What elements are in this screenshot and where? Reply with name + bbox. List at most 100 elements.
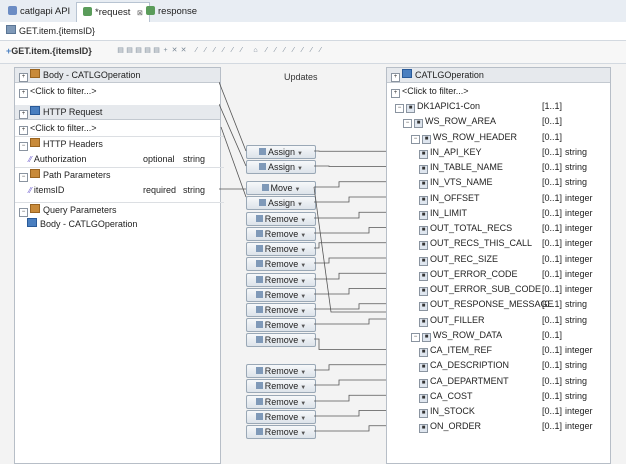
http-request-filter[interactable]: +<Click to filter...> bbox=[15, 121, 224, 136]
toolbar-tool-icon[interactable]: ⁄ bbox=[238, 47, 245, 55]
source-panel-header: + Body - CATLGOperation bbox=[15, 68, 220, 83]
target-row[interactable]: ■CA_DEPARTMENT[0..1]string bbox=[387, 374, 610, 389]
collapse-icon[interactable]: − bbox=[19, 208, 28, 217]
target-row[interactable]: ■CA_ITEM_REF[0..1]integer bbox=[387, 343, 610, 358]
target-row[interactable]: −■DK1APIC1-Con[1..1] bbox=[387, 99, 610, 114]
collapse-icon[interactable]: − bbox=[19, 142, 28, 151]
toolbar-tool-icon[interactable]: ⁄ bbox=[193, 47, 200, 55]
target-row[interactable]: ■IN_API_KEY[0..1]string bbox=[387, 145, 610, 160]
target-row[interactable]: ■OUT_REC_SIZE[0..1]integer bbox=[387, 252, 610, 267]
field-icon: ■ bbox=[419, 180, 428, 189]
field-icon: ■ bbox=[419, 409, 428, 418]
toolbar-tool-icon[interactable]: ⁄ bbox=[202, 47, 209, 55]
toolbar-tool-icon[interactable]: ⁄ bbox=[263, 47, 270, 55]
target-row[interactable]: ■ON_ORDER[0..1]integer bbox=[387, 419, 610, 434]
toolbar-tool-icon[interactable]: ▤ bbox=[144, 47, 151, 55]
response-icon bbox=[146, 6, 155, 15]
folder-icon bbox=[30, 169, 40, 178]
toolbar-tool-icon[interactable]: ⌂ bbox=[252, 47, 259, 55]
operation-icon bbox=[402, 69, 412, 78]
target-row[interactable]: ■OUT_ERROR_CODE[0..1]integer bbox=[387, 267, 610, 282]
mapping-connector bbox=[219, 82, 246, 151]
target-row[interactable]: ■OUT_FILLER[0..1]string bbox=[387, 313, 610, 328]
target-row[interactable]: ■IN_VTS_NAME[0..1]string bbox=[387, 175, 610, 190]
tab-request[interactable]: *request ⊠ bbox=[76, 2, 150, 22]
target-connector bbox=[314, 395, 386, 401]
toolbar-tool-icon[interactable]: ⁄ bbox=[272, 47, 279, 55]
collapse-icon[interactable]: − bbox=[411, 135, 420, 144]
toolbar-tool-icon[interactable]: ▤ bbox=[126, 47, 133, 55]
target-row[interactable]: ■IN_OFFSET[0..1]integer bbox=[387, 191, 610, 206]
operation-path-bar: GET.item.{itemsID} bbox=[0, 22, 626, 41]
field-icon: ■ bbox=[419, 272, 428, 281]
target-row[interactable]: ■CA_DESCRIPTION[0..1]string bbox=[387, 358, 610, 373]
request-icon bbox=[83, 7, 92, 16]
section-path-parameters[interactable]: −Path Parameters bbox=[15, 167, 224, 183]
collapse-icon[interactable]: + bbox=[391, 73, 400, 82]
target-row[interactable]: ■IN_TABLE_NAME[0..1]string bbox=[387, 160, 610, 175]
toolbar-tool-icon[interactable]: ⁄ bbox=[308, 47, 315, 55]
target-connector bbox=[314, 182, 386, 187]
field-icon: ■ bbox=[419, 226, 428, 235]
toolbar-tool-icon[interactable]: ▤ bbox=[117, 47, 124, 55]
toolbar-tool-icon[interactable]: ✕ bbox=[171, 47, 178, 55]
field-icon: ■ bbox=[419, 211, 428, 220]
http-request-header[interactable]: +HTTP Request bbox=[15, 105, 220, 120]
target-panel: +CATLGOperation +<Click to filter...> −■… bbox=[386, 67, 611, 464]
field-icon: ■ bbox=[419, 196, 428, 205]
toolbar-tool-icon[interactable]: ▤ bbox=[135, 47, 142, 55]
collapse-icon[interactable]: − bbox=[395, 104, 404, 113]
target-row[interactable]: ■OUT_TOTAL_RECS[0..1]integer bbox=[387, 221, 610, 236]
source-row-itemsid[interactable]: ⁄⁄ itemsID required string bbox=[15, 183, 234, 198]
target-row[interactable]: −■WS_ROW_DATA[0..1] bbox=[387, 328, 610, 343]
field-icon: ■ bbox=[419, 394, 428, 403]
section-query-parameters[interactable]: −Query Parameters bbox=[15, 202, 224, 218]
target-row[interactable]: ■OUT_ERROR_SUB_CODE[0..1]integer bbox=[387, 282, 610, 297]
folder-icon bbox=[30, 204, 40, 213]
toolbar-tool-icon[interactable]: ✕ bbox=[180, 47, 187, 55]
toolbar-tool-icon[interactable]: + bbox=[162, 47, 169, 55]
toolbar-tool-icon[interactable]: ⁄ bbox=[220, 47, 227, 55]
collapse-icon[interactable]: − bbox=[403, 119, 412, 128]
field-icon: ■ bbox=[419, 318, 428, 327]
collapse-icon[interactable]: − bbox=[411, 333, 420, 342]
toolbar-tool-icon[interactable]: ⁄ bbox=[290, 47, 297, 55]
target-row[interactable]: ■IN_STOCK[0..1]integer bbox=[387, 404, 610, 419]
source-row-authorization[interactable]: ⁄⁄ Authorization optional string bbox=[15, 152, 234, 167]
section-http-headers[interactable]: −HTTP Headers bbox=[15, 136, 224, 152]
collapse-icon[interactable]: − bbox=[19, 173, 28, 182]
target-row[interactable]: −■WS_ROW_HEADER[0..1] bbox=[387, 130, 610, 145]
field-icon: ■ bbox=[419, 363, 428, 372]
target-title: CATLGOperation bbox=[415, 70, 484, 80]
http-request-icon bbox=[30, 106, 40, 115]
toolbar-tool-icon[interactable]: ⁄ bbox=[281, 47, 288, 55]
field-icon: ■ bbox=[419, 302, 428, 311]
toolbar-tool-icon[interactable]: ⁄ bbox=[317, 47, 324, 55]
group-icon: ■ bbox=[422, 333, 431, 342]
target-connector bbox=[314, 228, 386, 234]
mapping-connectors bbox=[219, 67, 386, 454]
target-row[interactable]: ■IN_LIMIT[0..1]integer bbox=[387, 206, 610, 221]
filter-icon: + bbox=[19, 89, 28, 98]
group-icon: ■ bbox=[422, 135, 431, 144]
mapping-connector bbox=[314, 187, 386, 312]
target-row[interactable]: ■CA_COST[0..1]string bbox=[387, 389, 610, 404]
source-filter[interactable]: +<Click to filter...> bbox=[15, 84, 224, 99]
target-filter[interactable]: +<Click to filter...> bbox=[387, 84, 614, 99]
toolbar-tool-icon[interactable]: ⁄ bbox=[211, 47, 218, 55]
toolbar-tool-icon[interactable]: ▤ bbox=[153, 47, 160, 55]
tab-catlgapi-api[interactable]: catlgapi API bbox=[2, 2, 76, 21]
field-icon: ■ bbox=[419, 150, 428, 159]
target-connector bbox=[314, 319, 386, 324]
source-title: Body - CATLGOperation bbox=[43, 70, 140, 80]
toolbar-tool-icon[interactable]: ⁄ bbox=[229, 47, 236, 55]
target-row[interactable]: −■WS_ROW_AREA[0..1] bbox=[387, 114, 610, 129]
source-row-body[interactable]: Body - CATLGOperation bbox=[15, 217, 232, 232]
source-panel: + Body - CATLGOperation +<Click to filter… bbox=[14, 67, 221, 464]
target-row[interactable]: ■OUT_RESPONSE_MESSAGE[0..1]string bbox=[387, 297, 610, 312]
tab-response[interactable]: response bbox=[140, 2, 203, 21]
collapse-icon[interactable]: + bbox=[19, 73, 28, 82]
collapse-icon[interactable]: + bbox=[19, 110, 28, 119]
target-row[interactable]: ■OUT_RECS_THIS_CALL[0..1]integer bbox=[387, 236, 610, 251]
toolbar-tool-icon[interactable]: ⁄ bbox=[299, 47, 306, 55]
